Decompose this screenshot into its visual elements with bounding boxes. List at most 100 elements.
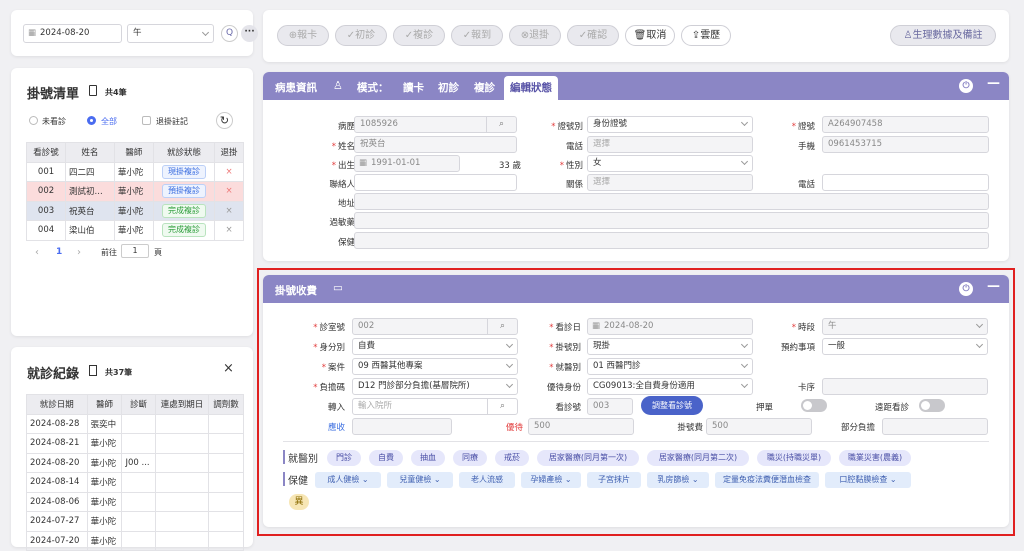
mobile-input[interactable]: 0961453715 — [822, 136, 989, 153]
table-row[interactable]: 2024-08-28 張奕中 — [26, 413, 244, 434]
power-icon[interactable]: ⏻ — [959, 282, 973, 296]
anomaly-badge[interactable]: 異 — [289, 494, 309, 510]
radio-all[interactable] — [87, 116, 96, 125]
tag-pregnancy[interactable]: 孕婦產檢 ⌄ — [521, 472, 581, 488]
search-icon[interactable]: ⌕ — [487, 399, 517, 414]
mode-edit-status[interactable]: 編輯狀態 — [504, 76, 558, 100]
confirm-button[interactable]: ✓確認 — [567, 25, 619, 46]
tag-fobt[interactable]: 定量免疫法糞便潛血檢查 — [715, 472, 819, 488]
cancel-reg-button[interactable]: ⊗退掛 — [509, 25, 561, 46]
room-input[interactable]: 002 ⌕ — [352, 318, 518, 335]
vitals-button[interactable]: ♙生理數據及備註 — [890, 25, 996, 46]
adjust-seq-button[interactable]: 調整看診號 — [641, 396, 703, 415]
contact-input[interactable] — [354, 174, 517, 191]
notice-select[interactable]: 一般 — [822, 338, 988, 355]
chart-number-input[interactable]: 1085926 ⌕ — [354, 116, 517, 133]
cancel-button[interactable]: 🗑取消 — [625, 25, 675, 46]
minimize-icon[interactable]: — — [987, 279, 1000, 294]
tag-same-treatment[interactable]: 同療 — [453, 450, 487, 466]
copay-select[interactable]: D12 門診部分負擔(基層院所) — [352, 378, 518, 395]
pager-next[interactable]: › — [77, 247, 81, 258]
tag-blood[interactable]: 抽血 — [411, 450, 445, 466]
first-visit-button[interactable]: ✓初診 — [335, 25, 387, 46]
table-row[interactable]: 003 祝英台 華小陀 完成複診 × — [25, 200, 244, 221]
telemedicine-toggle[interactable] — [919, 399, 945, 412]
search-icon[interactable]: ⌕ — [487, 319, 517, 334]
table-row[interactable]: 2024-07-20 華小陀 — [26, 530, 244, 551]
health-input[interactable] — [354, 232, 989, 249]
search-button[interactable]: Q — [221, 25, 238, 42]
mode-read-card[interactable]: 讀卡 — [403, 80, 424, 95]
mode-first-visit[interactable]: 初診 — [438, 80, 459, 95]
tag-oral[interactable]: 口腔黏膜檢查 ⌄ — [825, 472, 911, 488]
pager-prev[interactable]: ‹ — [35, 247, 39, 258]
date-input[interactable]: ▦ 2024-08-20 — [23, 24, 122, 43]
tag-child-checkup[interactable]: 兒童健檢 ⌄ — [387, 472, 453, 488]
partial-fee-input[interactable] — [882, 418, 988, 435]
checkin-button[interactable]: ✓報到 — [451, 25, 503, 46]
table-row[interactable]: 2024-08-21 華小陀 — [26, 433, 244, 454]
close-icon[interactable]: × — [223, 361, 234, 376]
tag-breast[interactable]: 乳房篩檢 ⌄ — [647, 472, 709, 488]
cancel-icon[interactable]: × — [214, 181, 244, 202]
birth-date-input[interactable]: ▦ 1991-01-01 — [354, 155, 460, 172]
tag-outpatient[interactable]: 門診 — [327, 450, 361, 466]
identity-select[interactable]: 自費 — [352, 338, 518, 355]
reg-fee-input[interactable]: 500 — [706, 418, 812, 435]
tag-occupational-farm[interactable]: 職業災害(農義) — [839, 450, 911, 466]
card-seq-input[interactable] — [822, 378, 988, 395]
address-input[interactable] — [354, 193, 989, 210]
mode-revisit[interactable]: 複診 — [474, 80, 495, 95]
gender-select[interactable]: 女 — [587, 155, 753, 172]
tag-pap[interactable]: 子宮抹片 — [587, 472, 641, 488]
id-number-input[interactable]: A264907458 — [822, 116, 989, 133]
power-icon[interactable]: ⏻ — [959, 79, 973, 93]
period-select[interactable]: 午 — [822, 318, 988, 335]
card-read-button[interactable]: ⊕報卡 — [277, 25, 329, 46]
visit-date-input[interactable]: ▦ 2024-08-20 — [587, 318, 753, 335]
discount-select[interactable]: CG09013:全自費身份適用 — [587, 378, 753, 395]
minimize-icon[interactable]: — — [987, 76, 1000, 91]
seq-input[interactable]: 003 — [587, 398, 633, 415]
cancel-icon[interactable]: × — [214, 161, 244, 182]
reg-type-select[interactable]: 現掛 — [587, 338, 753, 355]
table-row[interactable]: 2024-08-14 華小陀 — [26, 472, 244, 493]
pager-page[interactable]: 1 — [56, 247, 62, 257]
allergy-input[interactable] — [354, 212, 989, 229]
search-icon[interactable]: ⌕ — [486, 117, 516, 132]
contact-phone-input[interactable] — [822, 174, 989, 191]
cloud-history-button[interactable]: ⇪雲歷 — [681, 25, 731, 46]
phone-input[interactable]: 選擇 — [587, 136, 753, 153]
tag-smoking[interactable]: 戒菸 — [495, 450, 529, 466]
tag-selfpay[interactable]: 自費 — [369, 450, 403, 466]
name-input[interactable]: 祝英台 — [354, 136, 517, 153]
period-select[interactable]: 午 — [127, 24, 214, 43]
tag-home-care-1[interactable]: 居家醫療(同月第一次) — [537, 450, 639, 466]
tag-home-care-2[interactable]: 居家醫療(同月第二次) — [647, 450, 749, 466]
revisit-button[interactable]: ✓複診 — [393, 25, 445, 46]
table-row[interactable]: 001 四二四 華小陀 現掛複診 × — [25, 161, 244, 182]
cancel-icon[interactable]: × — [214, 220, 244, 241]
table-row[interactable]: 2024-08-06 華小陀 — [26, 491, 244, 512]
checkbox-cancel-note[interactable] — [142, 116, 151, 125]
tag-adult-checkup[interactable]: 成人健檢 ⌄ — [315, 472, 381, 488]
table-row[interactable]: 2024-07-27 華小陀 — [26, 511, 244, 532]
receivable-input[interactable] — [352, 418, 452, 435]
relation-input[interactable]: 選擇 — [587, 174, 753, 191]
table-row[interactable]: 004 梁山伯 華小陀 完成複診 × — [25, 220, 244, 241]
pager-input[interactable]: 1 — [121, 244, 149, 258]
pledge-toggle[interactable] — [801, 399, 827, 412]
promo-input[interactable]: 500 — [528, 418, 634, 435]
tag-occupational[interactable]: 職災(持職災單) — [757, 450, 831, 466]
transfer-input[interactable]: 輸入院所 ⌕ — [352, 398, 518, 415]
tag-flu[interactable]: 老人流感 — [459, 472, 515, 488]
id-type-select[interactable]: 身份證號 — [587, 116, 753, 133]
table-row[interactable]: 002 測試初... 華小陀 預掛複診 × — [25, 181, 244, 202]
more-button[interactable]: ··· — [241, 25, 258, 42]
cancel-icon[interactable]: × — [214, 200, 244, 221]
radio-not-seen[interactable] — [29, 116, 38, 125]
table-row[interactable]: 2024-08-20 華小陀 J00 ... — [26, 452, 244, 473]
case-select[interactable]: 09 西醫其他專案 — [352, 358, 518, 375]
refresh-icon[interactable]: ↻ — [216, 112, 233, 129]
dept-select[interactable]: 01 西醫門診 — [587, 358, 753, 375]
